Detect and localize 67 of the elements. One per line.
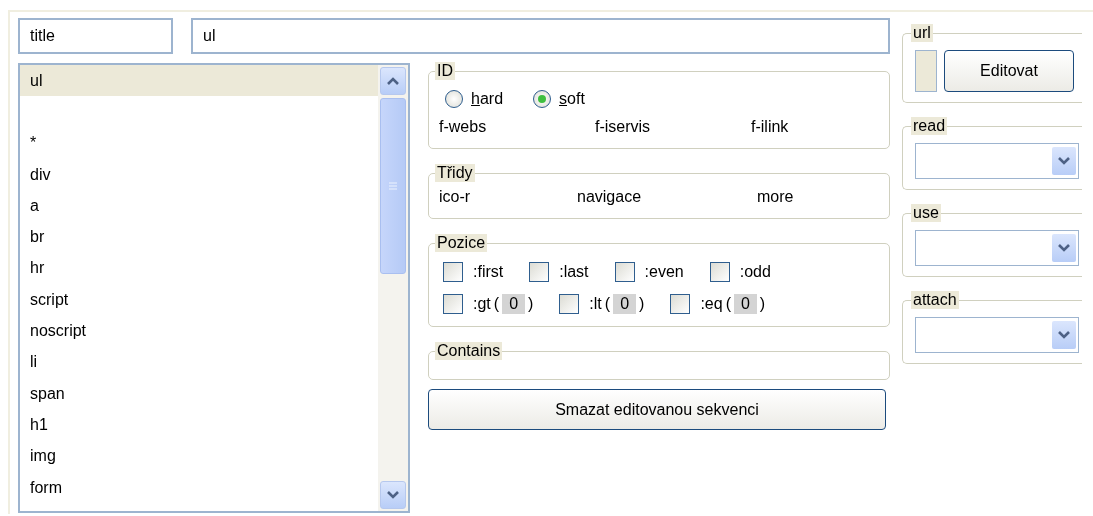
checkbox-label: :gt: [473, 295, 491, 313]
group-label: Pozice: [435, 234, 488, 252]
group-label: url: [911, 24, 933, 42]
list-item[interactable]: img: [20, 440, 378, 472]
paren-text: ): [528, 295, 534, 313]
list-item[interactable]: form: [20, 471, 378, 504]
checkbox[interactable]: [709, 262, 730, 282]
scroll-down-icon: [1058, 331, 1070, 339]
radio-label[interactable]: soft: [559, 90, 585, 108]
scroll-down-icon: [1058, 157, 1070, 165]
list-item[interactable]: hr: [20, 252, 378, 285]
paren-text: ): [639, 295, 645, 313]
group-label: read: [911, 117, 948, 135]
radio-button[interactable]: [445, 90, 463, 108]
list-item[interactable]: div: [20, 158, 378, 191]
id-value: f-webs: [439, 118, 488, 136]
edit-button[interactable]: Editovat: [944, 50, 1074, 92]
checkbox-label: :odd: [739, 263, 771, 281]
class-value: more: [757, 188, 795, 206]
selector-field[interactable]: ul: [191, 18, 890, 54]
number-field[interactable]: 0: [502, 294, 526, 314]
group-label: ID: [435, 62, 455, 80]
clear-sequence-button[interactable]: Smazat editovanou sekvenci: [428, 389, 886, 430]
title-field[interactable]: title: [18, 18, 173, 54]
paren-text: (: [604, 295, 611, 313]
list-item[interactable]: ul: [20, 65, 378, 97]
checkbox-label: :lt: [589, 295, 602, 313]
radio-button[interactable]: [533, 90, 552, 108]
class-value: navigace: [577, 188, 643, 206]
group-label: use: [911, 204, 941, 222]
checkbox[interactable]: [529, 262, 550, 282]
scroll-down-icon: [1058, 244, 1070, 252]
paren-text: ): [759, 295, 766, 313]
scroll-down-icon: [387, 491, 399, 499]
id-value: f-ilink: [751, 118, 790, 136]
group-label: Contains: [435, 342, 503, 360]
number-field[interactable]: 0: [613, 294, 637, 314]
radio-label[interactable]: hard: [471, 90, 504, 108]
scroll-up-icon: [387, 77, 399, 85]
checkbox[interactable]: [559, 294, 580, 314]
checkbox[interactable]: [443, 262, 463, 282]
checkbox[interactable]: [670, 294, 691, 314]
checkbox-label: :even: [644, 263, 684, 281]
list-item[interactable]: noscript: [20, 315, 378, 347]
checkbox-label: :first: [473, 263, 504, 281]
id-value: f-iservis: [595, 118, 652, 136]
checkbox[interactable]: [614, 262, 635, 282]
element-list[interactable]: ul * div a br hr script noscript li span h1 img form: [18, 63, 410, 513]
class-value: ico-r: [439, 188, 472, 206]
list-item[interactable]: h1: [20, 409, 378, 441]
checkbox-label: :eq: [700, 295, 723, 313]
checkbox[interactable]: [443, 294, 463, 314]
list-item[interactable]: script: [20, 284, 378, 316]
list-item[interactable]: li: [20, 346, 378, 378]
list-item[interactable]: *: [20, 127, 378, 159]
number-field[interactable]: 0: [733, 294, 757, 314]
url-field[interactable]: [915, 50, 937, 92]
list-item[interactable]: a: [20, 190, 378, 222]
group-label: Třidy: [435, 164, 475, 182]
list-item[interactable]: span: [20, 377, 378, 410]
paren-text: (: [725, 295, 731, 313]
scrollbar[interactable]: [378, 65, 408, 511]
checkbox-label: :last: [559, 263, 589, 281]
list-item[interactable]: br: [20, 221, 378, 253]
group-label: attach: [911, 291, 959, 309]
paren-text: (: [493, 295, 500, 313]
scroll-thumb[interactable]: [380, 98, 406, 274]
